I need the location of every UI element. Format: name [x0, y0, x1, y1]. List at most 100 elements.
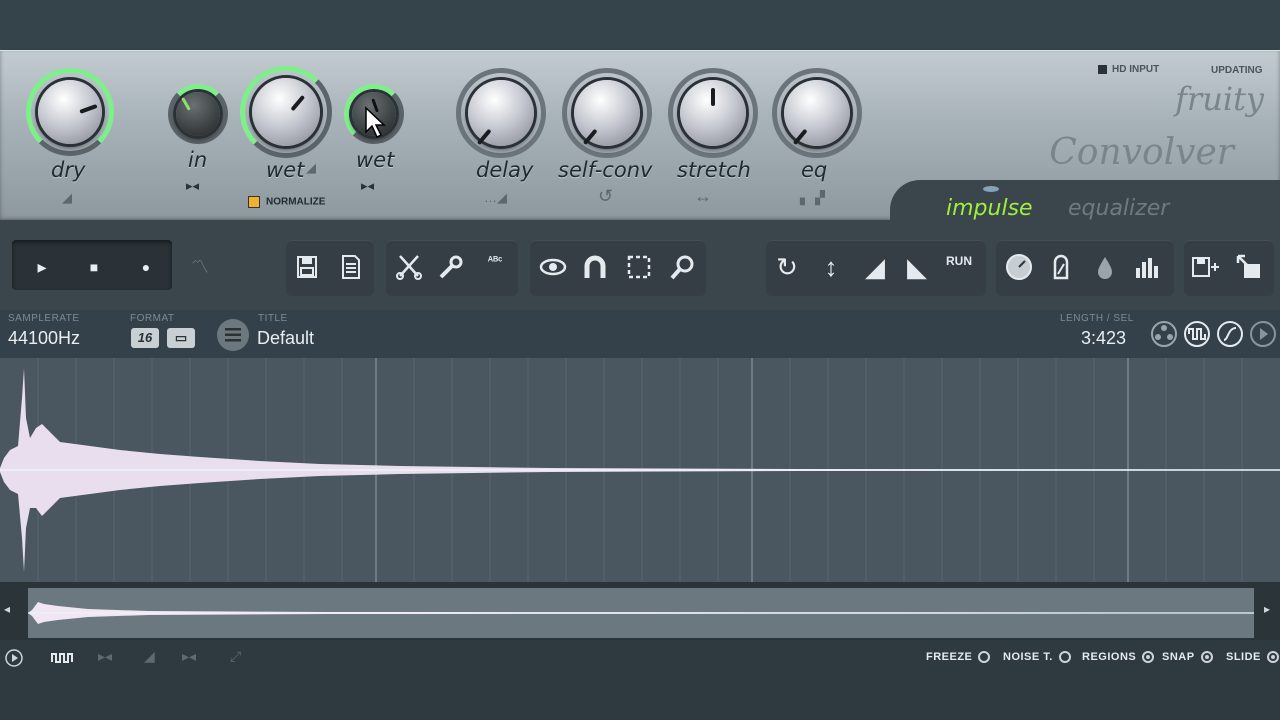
noise-label: NOISE T.: [1003, 651, 1053, 663]
eye-icon[interactable]: [538, 252, 568, 282]
delay-knob[interactable]: [468, 80, 534, 146]
eq-label: eq: [801, 158, 828, 182]
dry-knob[interactable]: [38, 80, 102, 144]
in-label: in: [188, 148, 208, 172]
title-value: Default: [257, 328, 315, 348]
mouse-cursor-icon: [365, 106, 386, 139]
document-icon[interactable]: [336, 252, 366, 282]
wet-knob[interactable]: [252, 78, 320, 146]
scroll-right-icon[interactable]: ▸: [1264, 602, 1270, 616]
eq-sub-icon: ▖▗▘: [800, 190, 830, 205]
abc-icon[interactable]: ᴬᴮᶜ: [480, 252, 510, 282]
format-caption: FORMAT: [130, 313, 175, 324]
self-conv-sub-icon: ↺: [598, 186, 614, 206]
bars-icon[interactable]: [1132, 252, 1162, 282]
length-value: 3:423: [1081, 328, 1127, 348]
stretch-knob[interactable]: [680, 80, 746, 146]
magnet-icon[interactable]: [580, 252, 610, 282]
waveform-view[interactable]: [0, 358, 1280, 582]
play-button[interactable]: ▸: [22, 252, 62, 282]
wrench-icon[interactable]: [436, 252, 466, 282]
dry-label: dry: [51, 158, 86, 182]
overview-wave-svg: [28, 602, 1254, 624]
wet2-sub-icon: ▸◂: [361, 178, 375, 193]
noise-radio: [1058, 651, 1071, 664]
normalize-led: [248, 196, 260, 208]
export-icon[interactable]: [1234, 252, 1264, 282]
title-caption: TITLE: [258, 313, 288, 324]
scissors-icon[interactable]: [394, 252, 424, 282]
hd-input-toggle[interactable]: HD INPUT: [1098, 64, 1159, 75]
overview-scrollbar[interactable]: [28, 588, 1254, 638]
drop-icon[interactable]: [1090, 252, 1120, 282]
stop-button[interactable]: ■: [74, 252, 114, 282]
waveform-svg: [0, 358, 1280, 582]
in-knob[interactable]: [176, 92, 220, 136]
noise-toggle[interactable]: NOISE T.: [1003, 651, 1071, 664]
preview-play-icon[interactable]: [4, 648, 24, 668]
slide-label: SLIDE: [1226, 651, 1261, 663]
eq-knob[interactable]: [784, 80, 850, 146]
save-plus-icon[interactable]: [1190, 252, 1220, 282]
snap-toggle[interactable]: SNAP: [1162, 651, 1213, 664]
reload-icon[interactable]: ↻: [772, 252, 802, 282]
updating-label: UPDATING: [1211, 65, 1263, 76]
snap-radio: [1200, 651, 1213, 664]
samplerate-caption: SAMPLERATE: [8, 313, 80, 324]
self-conv-knob[interactable]: [574, 80, 640, 146]
wave-tool-icon[interactable]: [50, 650, 76, 666]
fade-in-icon[interactable]: ◢: [860, 252, 890, 282]
run-icon[interactable]: RUN: [944, 252, 974, 282]
hd-input-label: HD INPUT: [1112, 64, 1160, 75]
regions-radio: [1142, 651, 1155, 664]
normalize-toggle[interactable]: NORMALIZE: [248, 196, 325, 208]
resize-icon[interactable]: ⤢: [230, 648, 241, 665]
curve-mode-icon[interactable]: [1216, 320, 1244, 348]
format-type-button[interactable]: ▭: [167, 328, 195, 348]
format-16-button[interactable]: 16: [131, 328, 159, 348]
brand-line1: fruity: [1175, 80, 1264, 118]
top-band: [0, 0, 1280, 50]
wet-label: wet: [266, 158, 305, 182]
wet-dropdown-icon[interactable]: ◢: [306, 160, 316, 176]
decay-icon[interactable]: ◣: [902, 252, 932, 282]
regions-label: REGIONS: [1082, 651, 1137, 663]
in-sub-icon: ▸◂: [186, 178, 200, 193]
self-conv-label: self-conv: [558, 158, 653, 182]
brand-line2: Convolver: [1049, 132, 1234, 173]
dry-sub-icon: ◢: [62, 190, 72, 205]
samplerate-value: 44100Hz: [8, 328, 81, 348]
hd-input-checkbox: [1098, 64, 1107, 74]
stamp-icon[interactable]: [1046, 252, 1076, 282]
freeze-radio: [978, 651, 991, 664]
scroll-left-icon[interactable]: ◂: [4, 602, 10, 616]
wet2-label: wet: [356, 148, 395, 172]
delay-label: delay: [476, 158, 534, 182]
normalize-label: NORMALIZE: [266, 196, 326, 208]
record-button[interactable]: ●: [126, 252, 166, 282]
play-mode-icon[interactable]: [1249, 320, 1277, 348]
zoom-icon[interactable]: [668, 252, 698, 282]
stretch-sub-icon: ↔: [694, 186, 712, 206]
gauge-icon[interactable]: [1004, 252, 1034, 282]
selection-icon[interactable]: [624, 252, 654, 282]
regions-toggle[interactable]: REGIONS: [1082, 651, 1155, 664]
slide-radio: [1266, 651, 1279, 664]
slide-toggle[interactable]: SLIDE: [1226, 651, 1279, 664]
tab-impulse[interactable]: impulse: [946, 196, 1033, 221]
stretch-tool-icon[interactable]: ▸◂: [182, 648, 196, 665]
trim-icon[interactable]: ▸◂: [98, 648, 112, 665]
waveform-mode-icon[interactable]: [1183, 320, 1211, 348]
freeze-label: FREEZE: [926, 651, 973, 663]
save-icon[interactable]: [292, 252, 322, 282]
freeze-toggle[interactable]: FREEZE: [926, 651, 991, 664]
film-reel-icon[interactable]: [1150, 320, 1178, 348]
scope-icon[interactable]: 〽: [180, 252, 220, 282]
tab-equalizer[interactable]: equalizer: [1068, 196, 1169, 221]
snap-label: SNAP: [1162, 651, 1195, 663]
fade-icon[interactable]: ◢: [144, 648, 155, 665]
normalize-icon[interactable]: ↕: [816, 252, 846, 282]
title-menu-icon[interactable]: [216, 318, 250, 352]
delay-sub-icon: …◢: [484, 190, 507, 205]
length-caption: LENGTH / SEL: [1060, 313, 1134, 324]
